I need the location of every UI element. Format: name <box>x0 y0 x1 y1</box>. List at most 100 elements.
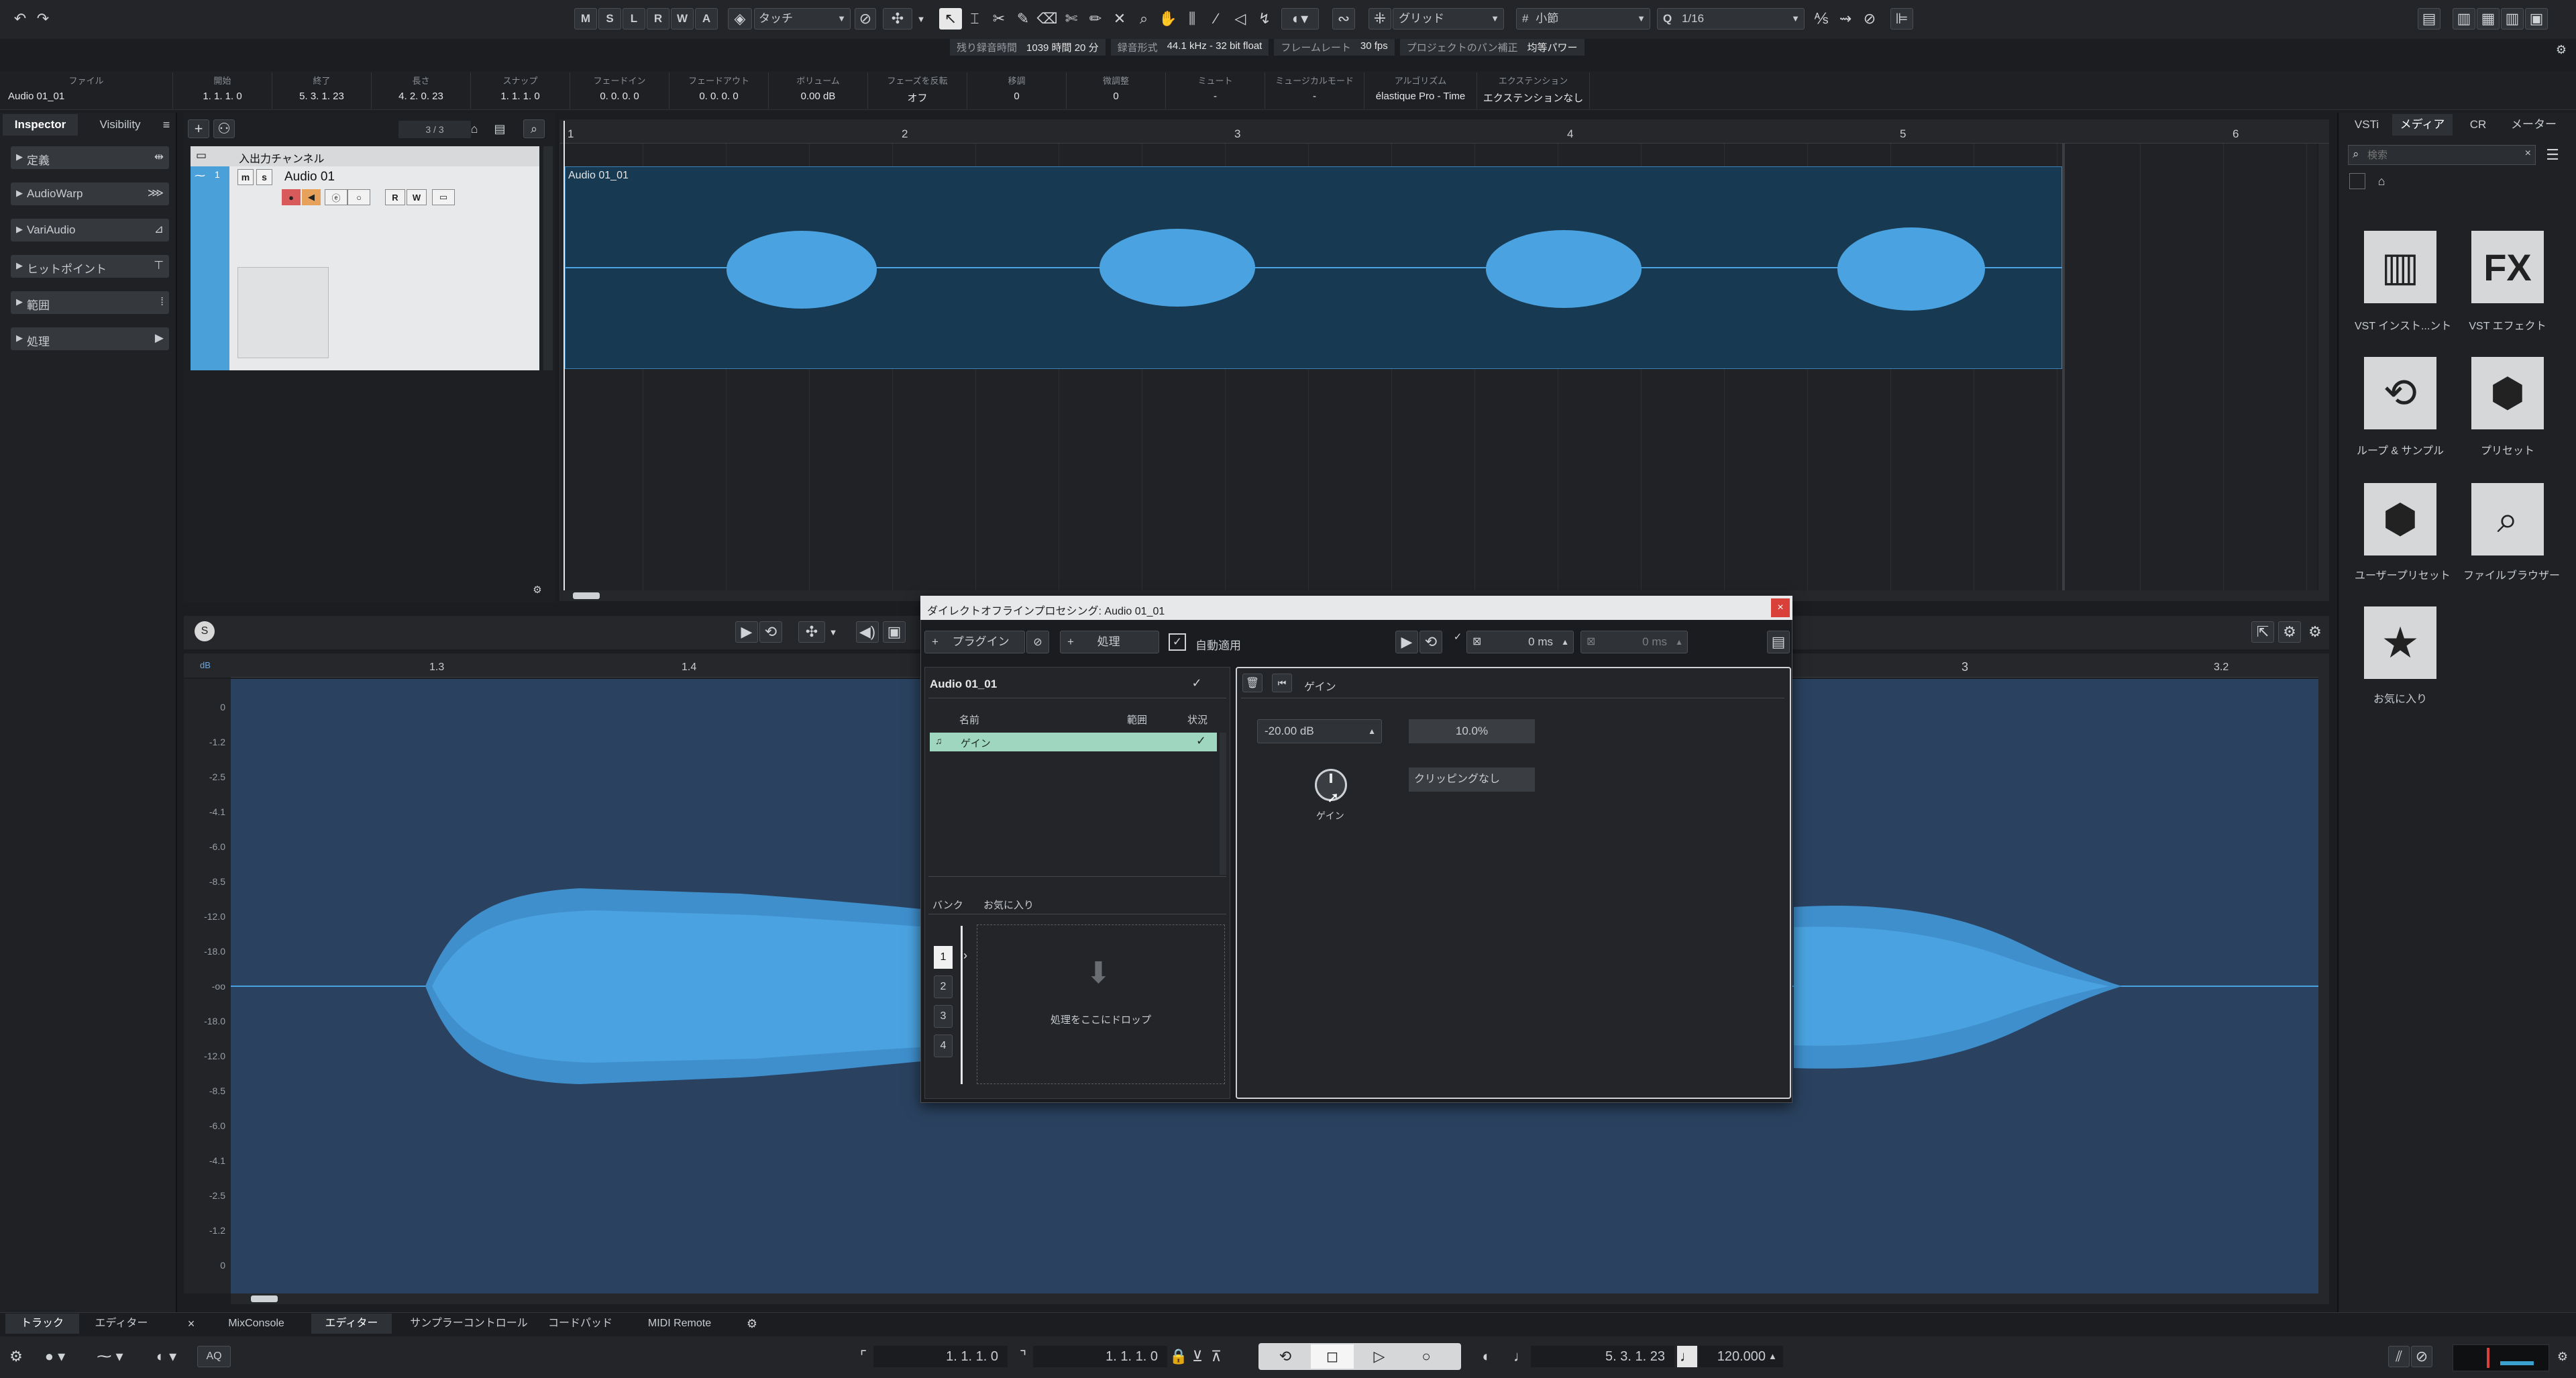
read-button[interactable]: R <box>385 189 405 205</box>
tab-meter[interactable]: メーター <box>2504 114 2564 136</box>
track-preset-icon[interactable]: ⚇ <box>213 119 235 138</box>
lock-button[interactable]: ○ <box>347 189 370 205</box>
glue-tool-icon[interactable]: ✎ <box>1012 8 1034 30</box>
left-locator-icon[interactable]: ⌜ <box>855 1346 872 1367</box>
media-tile-vsti[interactable]: ▥ VST インスト...ント <box>2355 231 2451 338</box>
read-all-button[interactable]: R <box>647 8 669 30</box>
tab-editor-left[interactable]: エディター <box>82 1314 161 1334</box>
dop-layout-icon[interactable]: ▤ <box>1767 631 1790 653</box>
frame-rate-value[interactable]: 30 fps <box>1360 40 1388 54</box>
undo-icon[interactable]: ↶ <box>11 9 30 28</box>
right-zone-icon[interactable]: ▥ <box>2501 8 2524 30</box>
mute-tool-icon[interactable]: ✏ <box>1084 8 1107 30</box>
punch-out-icon[interactable]: ⊼ <box>1208 1346 1225 1367</box>
lock-icon[interactable]: 🔒 <box>1169 1346 1187 1367</box>
media-search-field[interactable]: ⌕ × <box>2348 145 2536 165</box>
info-fade-out[interactable]: フェードアウト 0. 0. 0. 0 <box>669 72 769 109</box>
project-vscroll[interactable] <box>2318 144 2329 590</box>
bank-4-button[interactable]: 4 <box>934 1035 953 1057</box>
track-row-audio01[interactable]: ⁓ 1 m s Audio 01 ● ◀ ⓔ ○ R W ▭ <box>191 166 539 370</box>
chevron-down-icon[interactable]: ▼ <box>914 8 928 30</box>
hscroll-thumb[interactable] <box>573 592 600 599</box>
preview-play-icon[interactable]: ▶ <box>1395 631 1418 653</box>
info-phase[interactable]: フェーズを反転 オフ <box>868 72 967 109</box>
editor-settings-icon[interactable]: ⚙ <box>2305 621 2325 643</box>
position-icon[interactable]: ♩ <box>1512 1346 1529 1367</box>
track-mute-button[interactable]: m <box>237 169 254 185</box>
clear-icon[interactable]: × <box>2525 148 2531 160</box>
plugin-preset-icon[interactable]: ⊘ <box>1026 631 1049 653</box>
automation-mode-select[interactable]: タッチ ▼ <box>754 8 851 30</box>
info-extension[interactable]: エクステンション エクステンションなし <box>1477 72 1590 109</box>
right-locator-icon[interactable]: ⌝ <box>1014 1346 1032 1367</box>
range-tool-icon[interactable]: ⌶ <box>963 8 986 30</box>
track-picture[interactable] <box>237 267 329 358</box>
lower-zone-icon[interactable]: ▦ <box>2477 8 2500 30</box>
zoom-tool-icon[interactable]: ✄ <box>1060 8 1083 30</box>
write-button[interactable]: W <box>407 189 427 205</box>
media-tile-file-browser[interactable]: ⌕ ファイルブラウザー <box>2463 483 2560 590</box>
info-snap[interactable]: スナップ 1. 1. 1. 0 <box>471 72 570 109</box>
editor-vscroll[interactable] <box>2318 653 2329 1293</box>
automation-button[interactable]: A <box>695 8 718 30</box>
punch-icon[interactable]: ◐ ▾ <box>146 1346 186 1367</box>
inspector-menu-icon[interactable]: ≡ <box>158 115 174 134</box>
dop-titlebar[interactable]: ダイレクトオフラインプロセシング: Audio 01_01 × <box>920 596 1792 620</box>
split-tool-icon[interactable]: ✂ <box>987 8 1010 30</box>
track-list-settings-icon[interactable]: ⚙ <box>530 582 545 597</box>
snap-type-select[interactable]: グリッド ▼ <box>1393 8 1504 30</box>
track-search-icon[interactable]: ⌕ <box>523 119 545 138</box>
media-tile-fx[interactable]: FX VST エフェクト <box>2463 231 2551 338</box>
info-musical-mode[interactable]: ミュージカルモード - <box>1265 72 1364 109</box>
info-file[interactable]: ファイル Audio 01_01 <box>0 72 173 109</box>
tab-mixconsole[interactable]: MixConsole <box>204 1314 309 1334</box>
tab-media[interactable]: メディア <box>2392 114 2453 136</box>
info-algorithm[interactable]: アルゴリズム élastique Pro - Time <box>1364 72 1477 109</box>
inspector-section-variaudio[interactable]: VariAudio ▶ ⊿ <box>11 219 169 242</box>
gain-value-field[interactable]: -20.00 dB ▲ <box>1257 719 1382 743</box>
close-lower-zone-icon[interactable]: × <box>182 1315 200 1332</box>
settings-gear-icon[interactable]: ⚙ <box>2552 40 2571 59</box>
editor-external-icon[interactable]: ⇱ <box>2251 621 2274 643</box>
info-volume[interactable]: ボリューム 0.00 dB <box>769 72 868 109</box>
record-enable-button[interactable]: ● <box>282 189 301 205</box>
media-checkbox[interactable] <box>2349 173 2365 189</box>
track-row-scrollbar[interactable] <box>543 146 553 370</box>
info-length[interactable]: 長さ 4. 2. 0. 23 <box>372 72 471 109</box>
tempo-icon[interactable]: ♩ <box>1677 1346 1697 1367</box>
db-unit-label[interactable]: dB <box>200 660 211 670</box>
left-locator[interactable]: 1. 1. 1. 0 <box>873 1346 1008 1367</box>
audio-event[interactable]: Audio 01_01 <box>565 166 2063 369</box>
hand-tool-icon[interactable]: ✋ <box>1157 8 1179 30</box>
media-search-input[interactable] <box>2367 148 2508 162</box>
chase-icon[interactable]: ⊘ <box>2411 1346 2432 1367</box>
grid-type-select[interactable]: # 小節 ▼ <box>1516 8 1650 30</box>
process-button[interactable]: + 処理 <box>1060 631 1159 653</box>
media-tile-favorites[interactable]: ★ お気に入り <box>2355 606 2442 714</box>
info-finetune[interactable]: 微調整 0 <box>1067 72 1166 109</box>
solo-all-button[interactable]: S <box>598 8 621 30</box>
media-tile-user-presets[interactable]: ⬢ ユーザープリセット <box>2355 483 2451 590</box>
tab-sampler-control[interactable]: サンプラーコントロール <box>398 1314 539 1334</box>
lower-zone-settings-icon[interactable]: ⚙ <box>743 1315 761 1332</box>
iterative-quantize-icon[interactable]: ⅍ <box>1810 8 1833 30</box>
bank-2-button[interactable]: 2 <box>934 975 953 998</box>
plugin-button[interactable]: + プラグイン <box>924 631 1025 653</box>
editor-loop-icon[interactable]: ⟲ <box>759 621 782 643</box>
editor-snap-icon[interactable]: ✣ <box>798 621 825 643</box>
rec-format-value[interactable]: 44.1 kHz - 32 bit float <box>1167 40 1263 54</box>
window-layout-icon[interactable]: ▤ <box>2418 8 2440 30</box>
aq-button[interactable]: AQ <box>197 1346 231 1367</box>
editor-setup-icon[interactable]: ⚙ <box>2278 621 2301 643</box>
suspend-icon[interactable]: ⊘ <box>855 8 876 30</box>
metronome-icon[interactable]: ◐ <box>1476 1346 1497 1367</box>
info-end[interactable]: 終了 5. 3. 1. 23 <box>272 72 372 109</box>
editor-speaker-icon[interactable]: ◀) <box>856 621 879 643</box>
marker-icon[interactable]: ⫽ <box>2388 1346 2410 1367</box>
info-mute[interactable]: ミュート - <box>1166 72 1265 109</box>
tab-midi-remote[interactable]: MIDI Remote <box>633 1314 726 1334</box>
tab-vsti[interactable]: VSTi <box>2341 114 2392 136</box>
snap-icon[interactable]: ⁜ <box>1368 8 1391 30</box>
favorites-drop-zone[interactable]: ⬇ 処理をここにドロップ <box>977 924 1225 1084</box>
editor-view-icon[interactable]: ▣ <box>883 621 906 643</box>
